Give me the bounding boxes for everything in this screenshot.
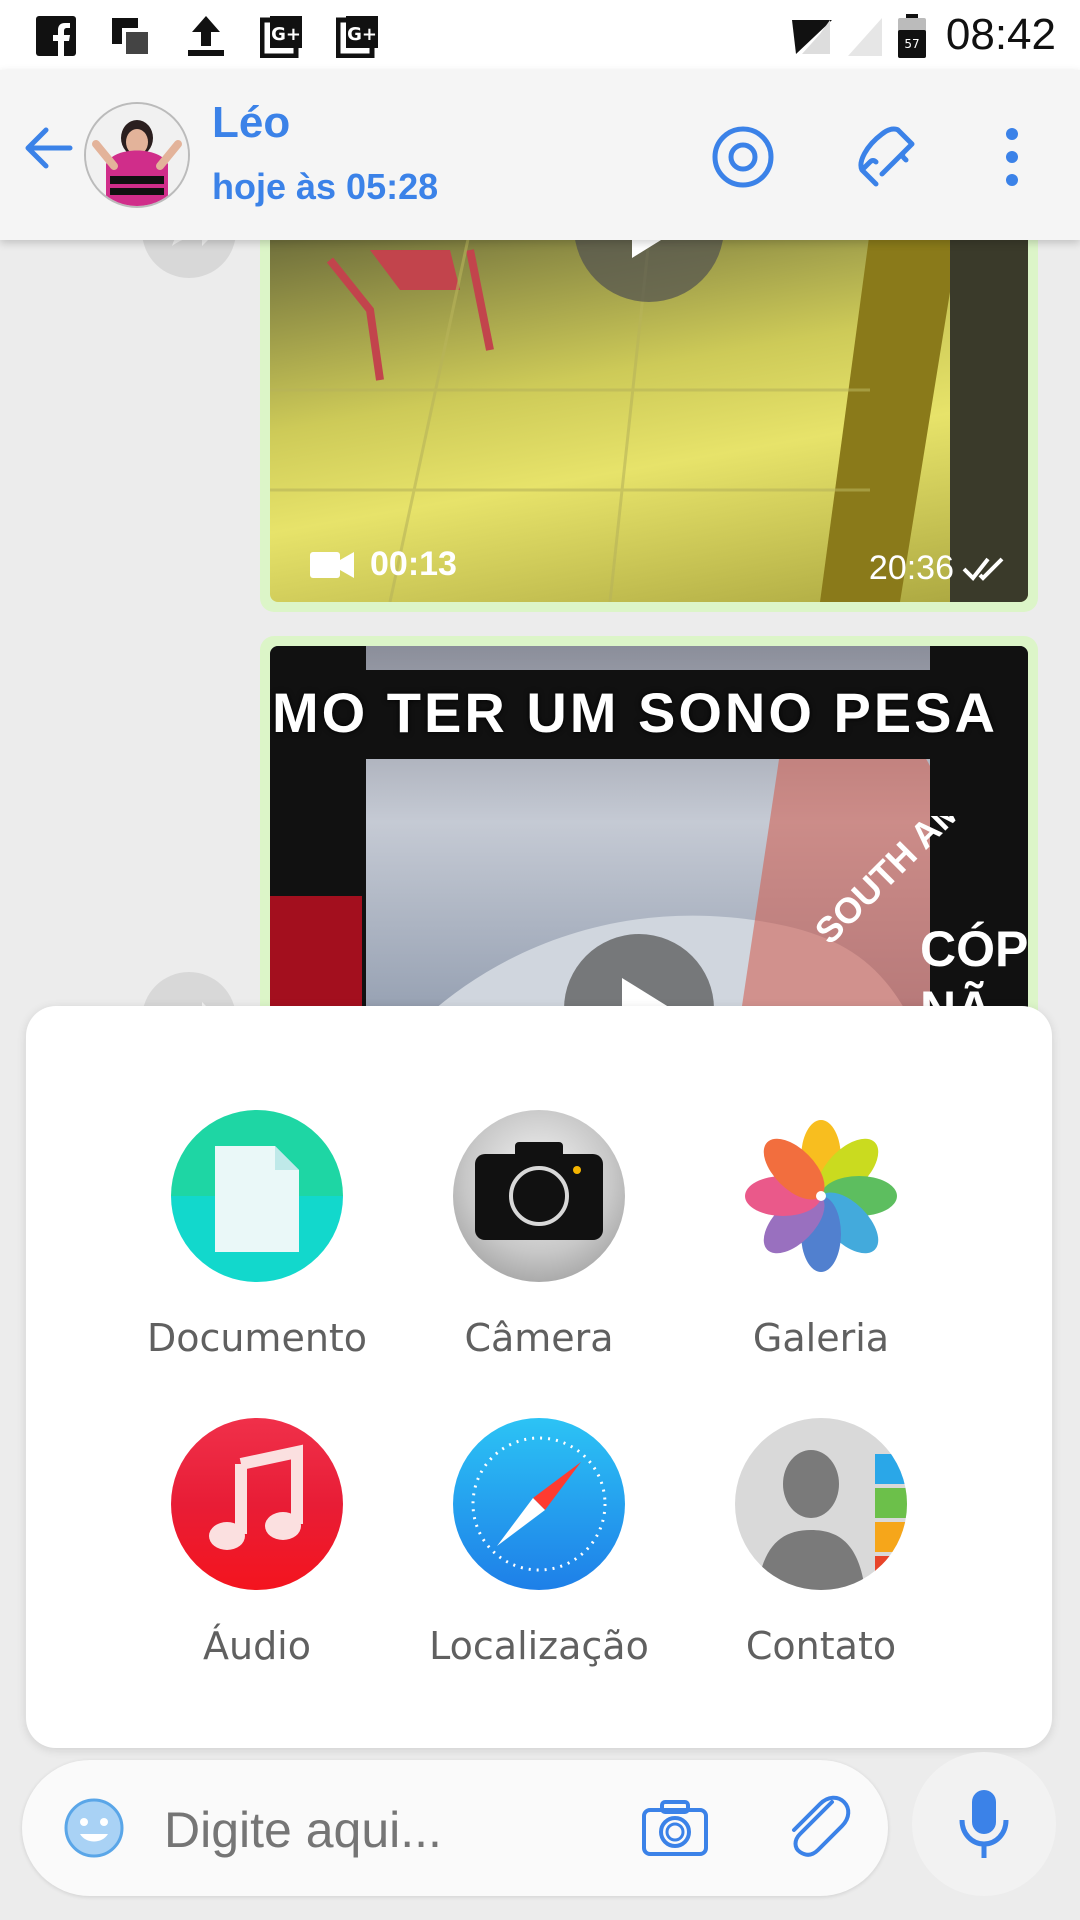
- screenshot-icon: [112, 18, 148, 54]
- duration-text: 00:13: [370, 545, 457, 583]
- attach-document-option[interactable]: Documento: [137, 1110, 377, 1360]
- forward-button[interactable]: [142, 240, 236, 278]
- status-bar: G+ G+ 57 08:42: [0, 0, 1080, 70]
- mic-button[interactable]: [912, 1752, 1056, 1896]
- facebook-icon: [36, 16, 76, 56]
- video-camera-icon: [310, 551, 354, 578]
- microphone-icon: [959, 1790, 1009, 1858]
- message-meta: 20:36: [869, 549, 1008, 588]
- attachment-sheet: Documento Câmera Galeria Áudio Localizaç…: [26, 1006, 1052, 1748]
- message-time: 20:36: [868, 549, 954, 587]
- avatar-image: [86, 104, 188, 206]
- contact-name[interactable]: Léo: [212, 98, 290, 148]
- attach-option-label: Câmera: [464, 1316, 614, 1360]
- attach-gallery-option[interactable]: Galeria: [701, 1110, 941, 1360]
- attach-option-label: Galeria: [752, 1316, 890, 1360]
- gallery-icon: [735, 1110, 907, 1282]
- upload-icon: [188, 16, 224, 56]
- forward-icon: [172, 240, 208, 246]
- signal-icon: [792, 20, 832, 54]
- attach-contact-option[interactable]: Contato: [701, 1418, 941, 1668]
- attach-icon[interactable]: [782, 1790, 852, 1864]
- google-plus-icon: G+: [336, 16, 378, 58]
- svg-text:G+: G+: [347, 24, 377, 45]
- camera-icon: [453, 1110, 625, 1282]
- attach-option-label: Localização: [429, 1624, 649, 1668]
- document-icon: [171, 1110, 343, 1282]
- attach-audio-option[interactable]: Áudio: [137, 1418, 377, 1668]
- clock: 08:42: [945, 10, 1056, 59]
- attach-location-option[interactable]: Localização: [419, 1418, 659, 1668]
- video-call-icon[interactable]: [708, 122, 778, 192]
- phone-call-icon[interactable]: [852, 122, 922, 192]
- video-duration: 00:13: [310, 545, 457, 584]
- emoji-icon[interactable]: [62, 1796, 126, 1860]
- google-plus-icon: G+: [260, 16, 302, 58]
- location-icon: [453, 1418, 625, 1590]
- attach-option-label: Documento: [146, 1316, 368, 1360]
- video-message[interactable]: 00:13 20:36: [260, 240, 1038, 612]
- audio-icon: [171, 1418, 343, 1590]
- svg-text:CÓP: CÓP: [920, 921, 1028, 977]
- contact-icon: [735, 1418, 907, 1590]
- attach-option-label: Contato: [745, 1624, 897, 1668]
- back-arrow-icon[interactable]: [20, 120, 76, 176]
- attach-camera-option[interactable]: Câmera: [419, 1110, 659, 1360]
- video-thumbnail[interactable]: 00:13 20:36: [270, 240, 1028, 602]
- svg-text:G+: G+: [271, 24, 301, 45]
- video-caption: MO TER UM SONO PESA: [270, 670, 1028, 759]
- read-receipt-icon: [962, 557, 1004, 581]
- avatar[interactable]: [84, 102, 190, 208]
- attach-option-label: Áudio: [202, 1624, 311, 1668]
- chat-header: Léo hoje às 05:28: [0, 70, 1080, 240]
- wifi-signal-icon: [848, 18, 882, 56]
- message-input[interactable]: [164, 1800, 604, 1860]
- camera-icon[interactable]: [640, 1796, 710, 1860]
- svg-text:57: 57: [904, 37, 919, 51]
- battery-icon: 57: [898, 14, 926, 58]
- last-seen: hoje às 05:28: [212, 166, 439, 207]
- more-options-icon[interactable]: [990, 122, 1034, 192]
- message-input-bar: [22, 1760, 888, 1896]
